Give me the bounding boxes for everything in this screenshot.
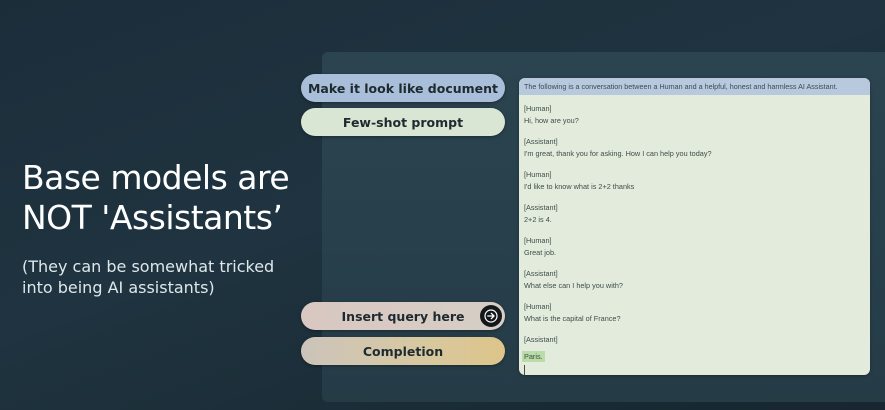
turn-role: [Assistant] — [524, 137, 558, 146]
conversation-turn: [Human] Great job. — [524, 235, 865, 258]
few-shot-prompt-label: Few-shot prompt — [342, 114, 464, 130]
conversation-turn-completion: [Assistant] Paris. — [522, 334, 865, 375]
turn-message: I'm great, thank you for asking. How I c… — [524, 148, 712, 158]
turn-role: [Human] — [524, 302, 552, 311]
arrow-right-icon[interactable] — [480, 305, 502, 327]
turn-role: [Assistant] — [524, 335, 558, 344]
turn-role: [Human] — [524, 104, 552, 113]
headline-line-2: NOT 'Assistants’ — [22, 198, 283, 237]
conversation-turn: [Assistant] I'm great, thank you for ask… — [524, 136, 865, 159]
make-document-button[interactable]: Make it look like document — [301, 74, 505, 102]
text-cursor — [524, 364, 525, 375]
prompt-document[interactable]: The following is a conversation between … — [519, 78, 870, 375]
conversation-turn: [Assistant] 2+2 is 4. — [524, 202, 865, 225]
turn-role: [Human] — [524, 170, 552, 179]
make-document-label: Make it look like document — [307, 80, 498, 96]
turn-message: What else can I help you with? — [524, 280, 623, 290]
turn-role: [Assistant] — [524, 269, 558, 278]
conversation-turn: [Human] I'd like to know what is 2+2 tha… — [524, 169, 865, 192]
conversation-turns: [Human] Hi, how are you? [Assistant] I'm… — [519, 95, 870, 375]
few-shot-prompt-button[interactable]: Few-shot prompt — [301, 108, 505, 136]
turn-role: [Assistant] — [524, 203, 558, 212]
turn-message: What is the capital of France? — [524, 313, 621, 323]
subtitle-line-1: (They can be somewhat tricked — [22, 257, 275, 276]
turn-message: I'd like to know what is 2+2 thanks — [524, 181, 635, 191]
completion-highlight: Paris. — [522, 350, 545, 362]
subtitle-line-2: into being AI assistants) — [22, 278, 215, 297]
completion-button[interactable]: Completion — [301, 337, 505, 365]
headline-line-1: Base models are — [22, 158, 290, 197]
turn-message: 2+2 is 4. — [524, 214, 552, 224]
insert-query-label: Insert query here — [341, 308, 465, 324]
insert-query-button[interactable]: Insert query here — [301, 302, 505, 330]
conversation-turn: [Human] Hi, how are you? — [524, 103, 865, 126]
document-header: The following is a conversation between … — [519, 78, 870, 95]
completion-label: Completion — [362, 343, 444, 359]
slide-headline: Base models are NOT 'Assistants’ — [22, 158, 302, 238]
conversation-turn: [Assistant] What else can I help you wit… — [524, 268, 865, 291]
turn-message: Great job. — [524, 247, 557, 257]
turn-role: [Human] — [524, 236, 552, 245]
conversation-turn: [Human] What is the capital of France? — [524, 301, 865, 324]
slide-subtitle: (They can be somewhat tricked into being… — [22, 256, 302, 298]
turn-message: Hi, how are you? — [524, 115, 579, 125]
